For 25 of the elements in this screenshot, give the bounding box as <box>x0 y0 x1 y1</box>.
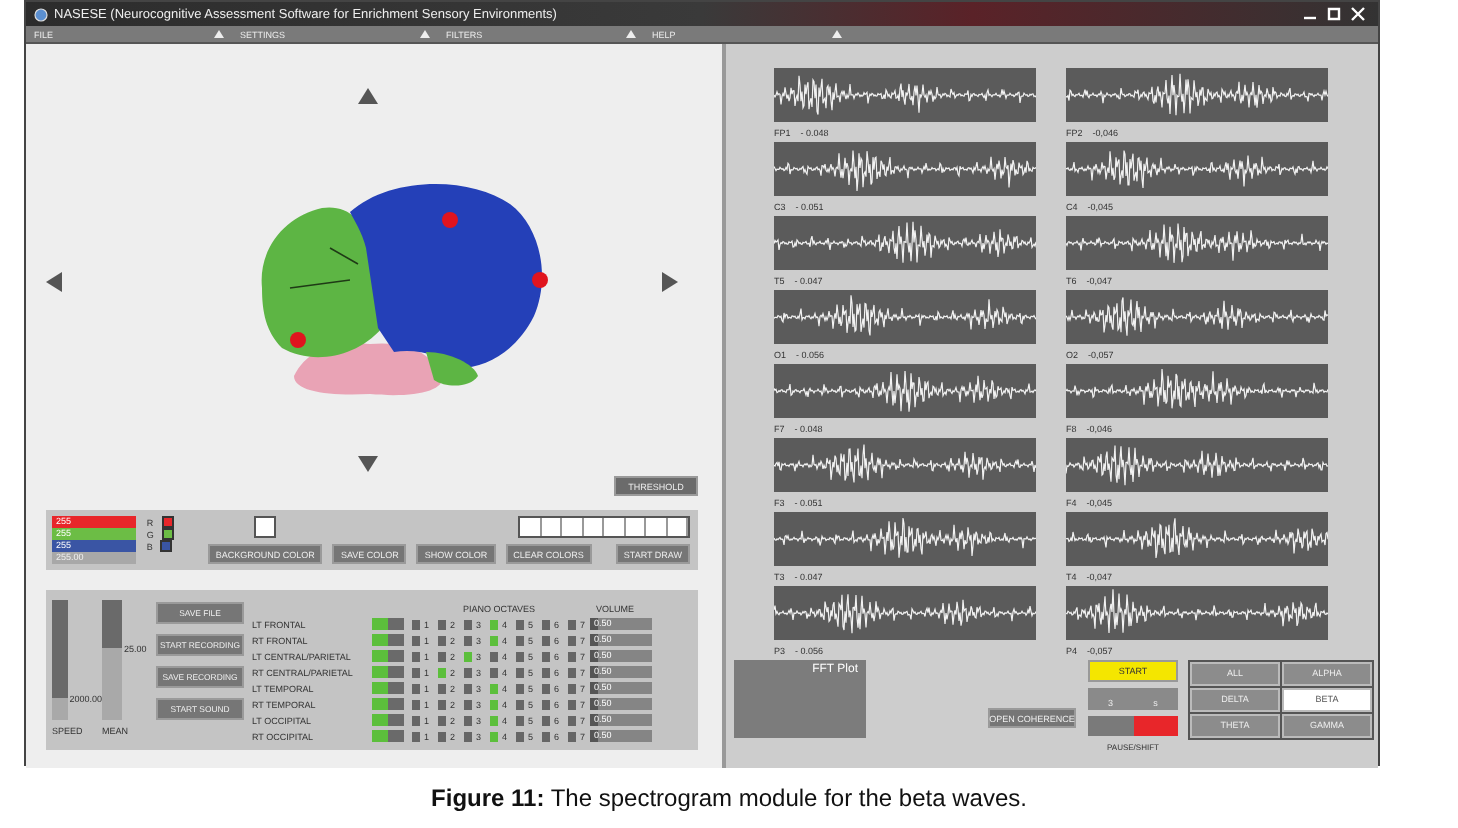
region-toggle[interactable] <box>372 666 404 678</box>
region-toggle[interactable] <box>372 698 404 710</box>
left-arrow-icon[interactable] <box>46 272 62 292</box>
right-arrow-icon[interactable] <box>662 272 678 292</box>
down-arrow-icon[interactable] <box>358 456 378 472</box>
close-icon[interactable] <box>1350 6 1366 22</box>
up-arrow-icon[interactable] <box>358 88 378 104</box>
caret-icon <box>214 30 224 38</box>
region-toggle[interactable] <box>372 682 404 694</box>
maximize-icon[interactable] <box>1326 6 1342 22</box>
region-toggle[interactable] <box>372 650 404 662</box>
color-preview <box>254 516 277 538</box>
vertical-slider[interactable] <box>102 600 122 720</box>
region-toggle[interactable] <box>372 714 404 726</box>
caret-icon <box>832 30 842 38</box>
status-indicator <box>1088 716 1178 736</box>
region-toggle[interactable] <box>372 618 404 630</box>
brain-drawing[interactable] <box>261 184 548 396</box>
vertical-slider[interactable] <box>52 600 68 720</box>
caret-icon <box>626 30 636 38</box>
region-toggle[interactable] <box>372 634 404 646</box>
figure-caption: Figure 11: The spectrogram module for the beta waves. <box>431 784 1027 812</box>
caret-icon <box>420 30 430 38</box>
region-toggle[interactable] <box>372 730 404 742</box>
app-icon <box>34 7 48 21</box>
